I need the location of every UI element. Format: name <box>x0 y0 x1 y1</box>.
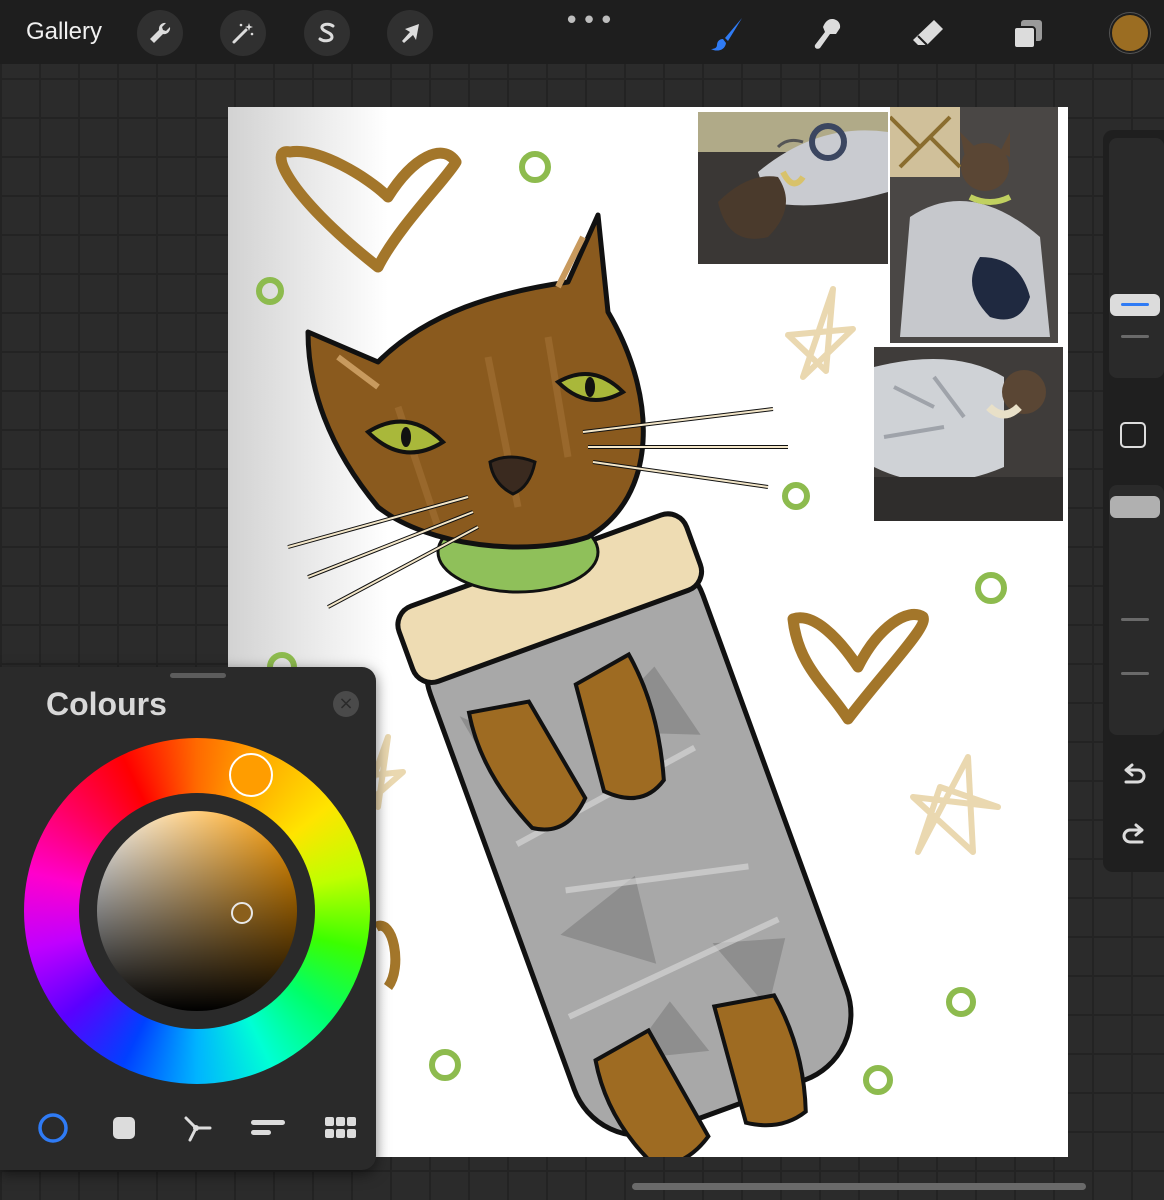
layers-icon <box>1013 20 1042 49</box>
opacity-handle[interactable] <box>1110 496 1160 518</box>
opacity-tick <box>1121 618 1149 621</box>
redo-icon <box>1122 823 1144 844</box>
eraser-icon <box>913 20 943 46</box>
reference-photo-3[interactable] <box>874 347 1063 521</box>
current-color-button[interactable] <box>1110 13 1150 53</box>
harmony-mode-icon <box>184 1116 212 1142</box>
palettes-mode-icon <box>325 1117 356 1138</box>
disc-mode-icon <box>38 1113 68 1143</box>
harmony-mode-button[interactable] <box>178 1110 218 1146</box>
brush-icon <box>711 18 742 51</box>
wrench-icon <box>150 22 171 43</box>
cat-in-burrito-costume-photo-2 <box>890 107 1058 343</box>
eraser-tool-button[interactable] <box>906 12 950 56</box>
smudge-tool-button[interactable] <box>806 12 850 56</box>
brush-size-slider[interactable] <box>1109 138 1164 378</box>
cat-in-burrito-costume-photo-3 <box>874 347 1063 521</box>
redo-button[interactable] <box>1120 822 1148 855</box>
panel-grabber[interactable] <box>170 673 226 678</box>
brush-size-handle[interactable] <box>1110 294 1160 316</box>
more-options[interactable]: ••• <box>564 6 616 36</box>
close-icon[interactable]: × <box>333 691 359 717</box>
selection-button[interactable] <box>304 10 350 56</box>
opacity-tick <box>1121 672 1149 675</box>
side-bar <box>1103 130 1164 872</box>
layers-button[interactable] <box>1006 12 1050 56</box>
classic-mode-button[interactable] <box>104 1110 144 1146</box>
adjustments-button[interactable] <box>220 10 266 56</box>
value-mode-icon <box>251 1120 285 1135</box>
smudge-icon <box>814 19 841 49</box>
magic-wand-icon <box>232 23 254 44</box>
size-tick <box>1121 335 1149 338</box>
transform-button[interactable] <box>387 10 433 56</box>
undo-icon <box>1124 763 1146 784</box>
selection-s-icon <box>318 22 335 43</box>
top-toolbar: Gallery ••• <box>0 0 1164 64</box>
disc-mode-button[interactable] <box>33 1110 73 1146</box>
undo-button[interactable] <box>1120 762 1148 795</box>
cat-in-burrito-costume-photo-1 <box>698 112 888 264</box>
value-mode-button[interactable] <box>248 1110 288 1146</box>
horizontal-scrollbar[interactable] <box>632 1183 1086 1190</box>
modify-square-icon[interactable] <box>1120 422 1146 448</box>
actions-button[interactable] <box>137 10 183 56</box>
arrow-transform-icon <box>402 24 419 43</box>
saturation-disc[interactable] <box>97 811 297 1011</box>
hue-selector[interactable] <box>229 753 273 797</box>
opacity-slider[interactable] <box>1109 485 1164 735</box>
reference-photo-1[interactable] <box>698 112 888 264</box>
palettes-mode-button[interactable] <box>321 1110 361 1146</box>
classic-mode-icon <box>113 1117 135 1139</box>
saturation-selector[interactable] <box>231 902 253 924</box>
reference-photo-2[interactable] <box>890 107 1058 343</box>
gallery-button[interactable]: Gallery <box>26 18 102 46</box>
panel-title: Colours <box>46 686 167 722</box>
brush-size-indicator <box>1121 303 1149 306</box>
brush-tool-button[interactable] <box>706 12 750 56</box>
